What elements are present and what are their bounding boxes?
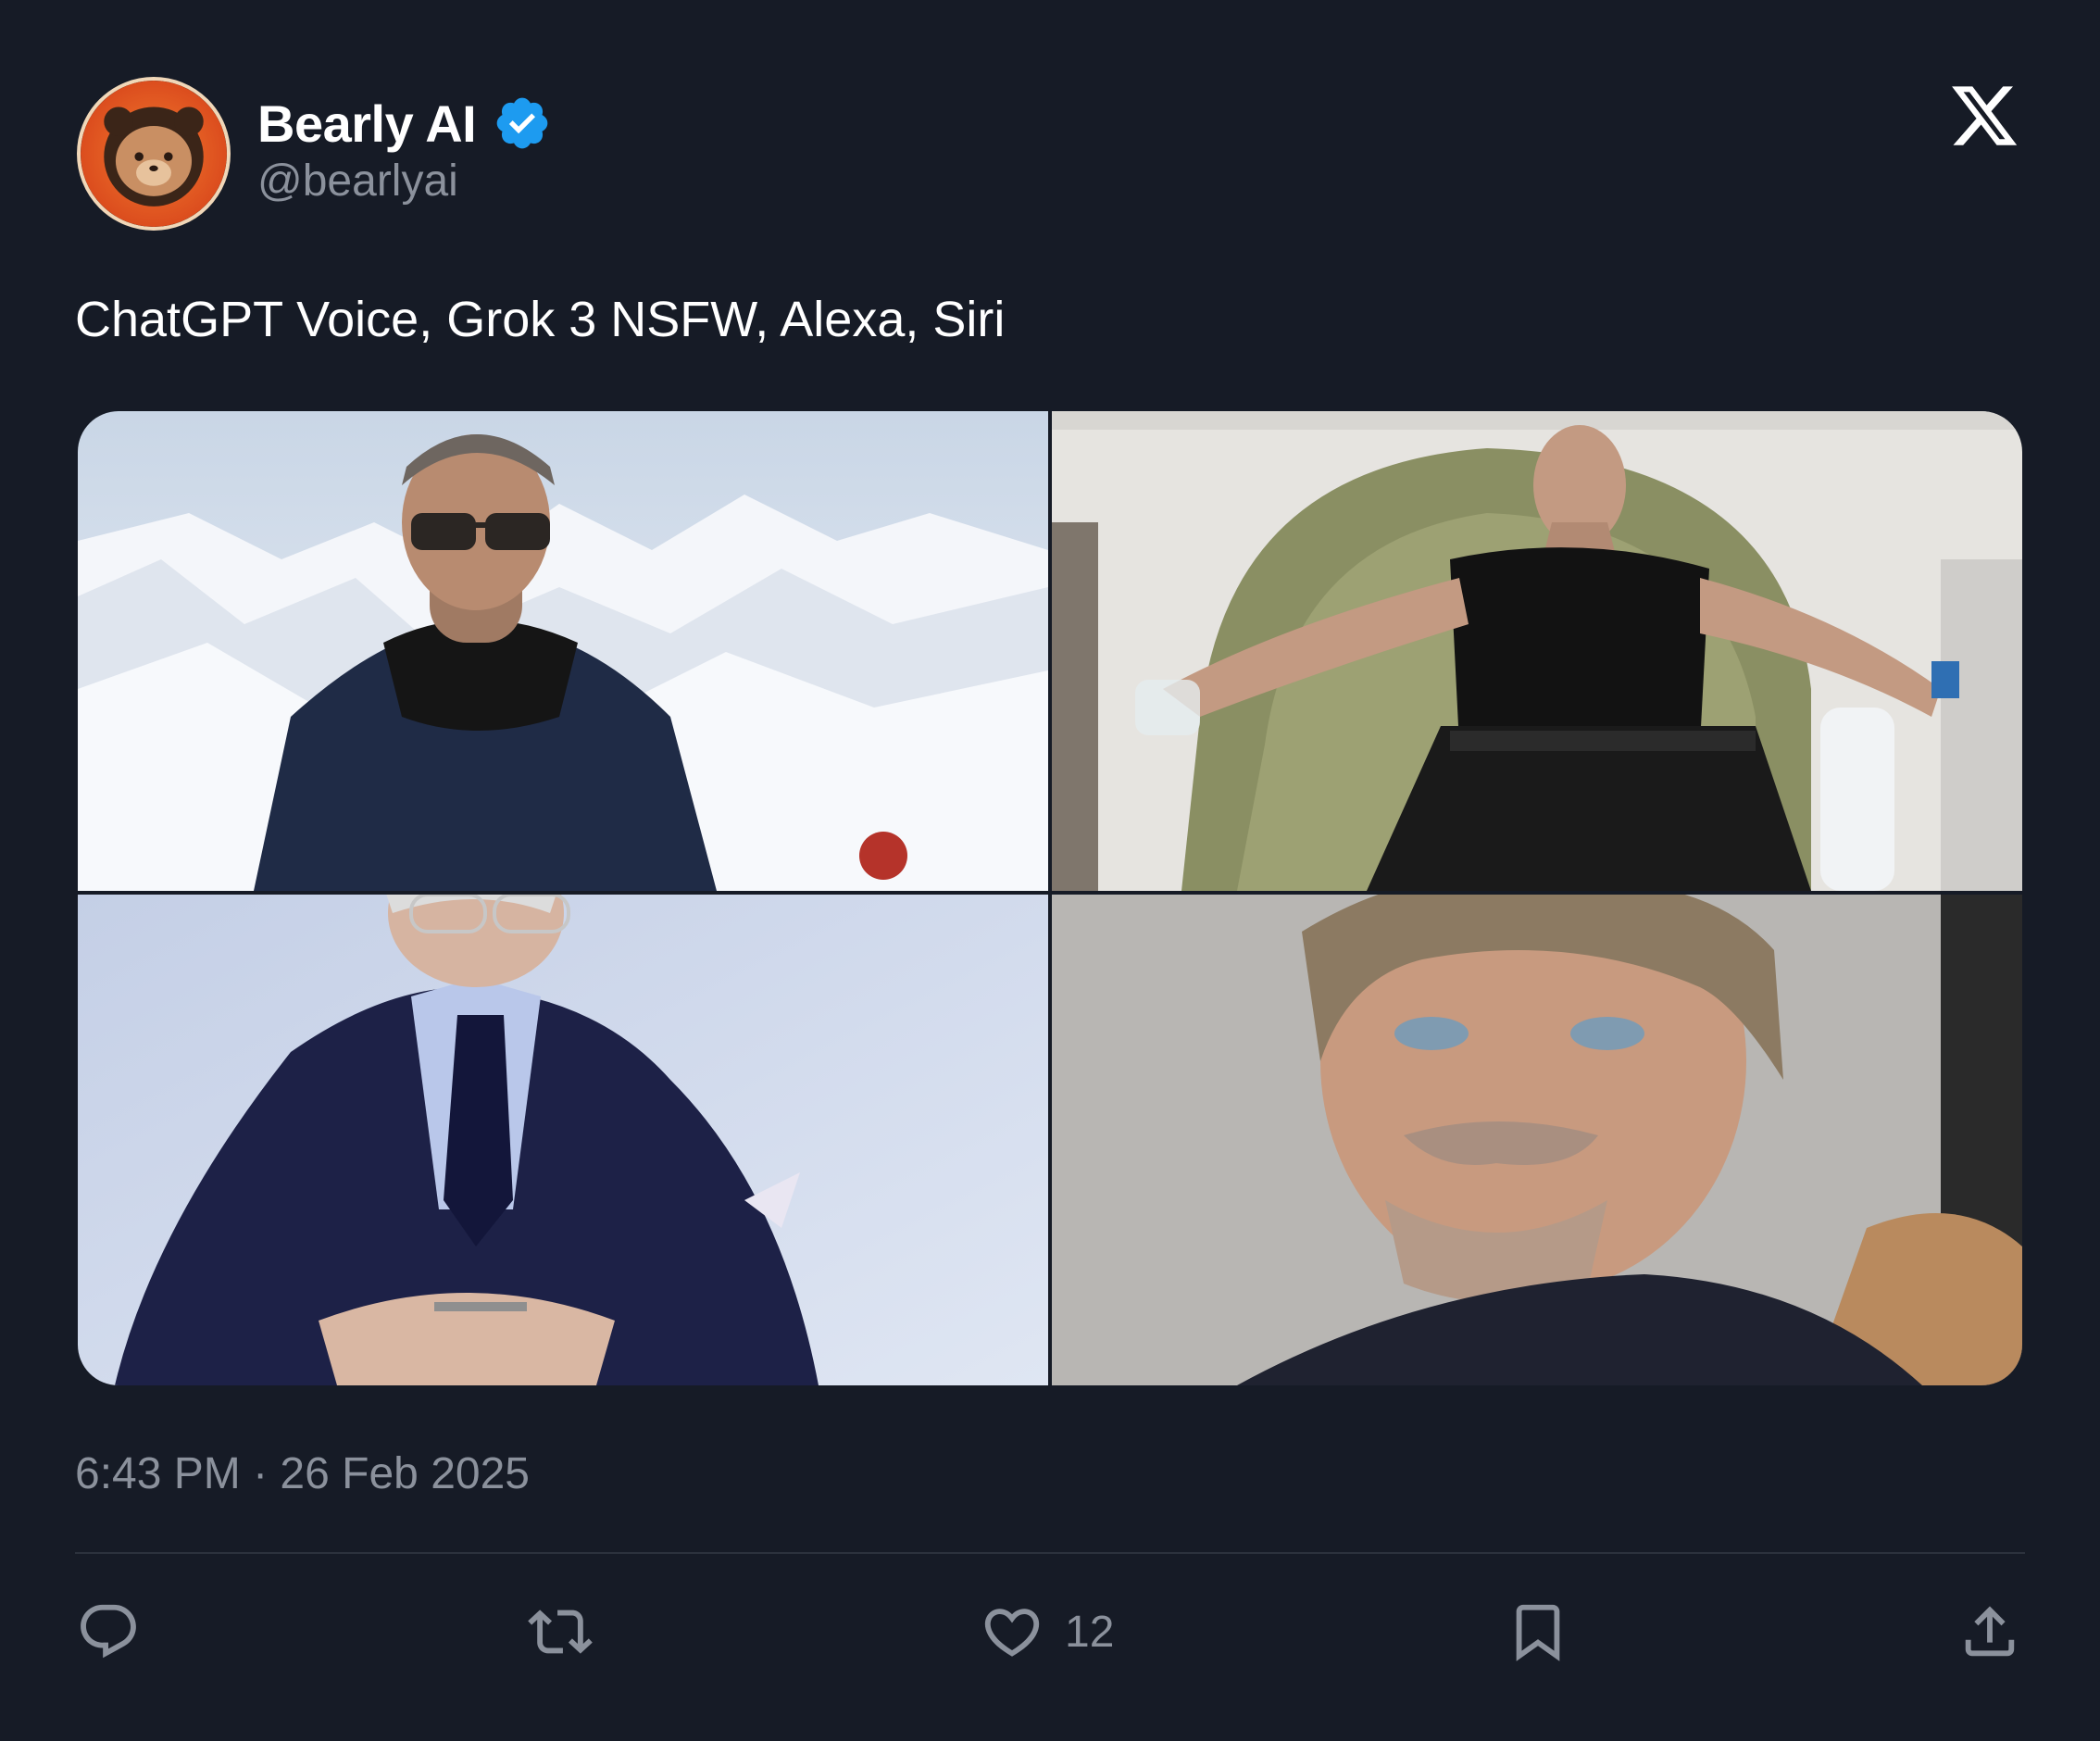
tweet-timestamp[interactable]: 6:43 PM · 26 Feb 2025	[75, 1448, 530, 1499]
media-photo-4[interactable]	[1052, 895, 2022, 1385]
reply-icon	[81, 1604, 136, 1659]
verified-badge-icon	[496, 97, 548, 149]
tweet-text: ChatGPT Voice, Grok 3 NSFW, Alexa, Siri	[75, 292, 1006, 347]
author-name-row: Bearly AI	[257, 91, 552, 156]
tweet-card: Bearly AI @bearlyai ChatGPT Voice, Grok …	[0, 0, 2100, 1741]
media-photo-1[interactable]	[78, 411, 1048, 891]
photo-armchair-portrait	[1052, 411, 2022, 891]
author-display-name[interactable]: Bearly AI	[257, 94, 477, 154]
author-handle[interactable]: @bearlyai	[257, 156, 458, 207]
repost-button[interactable]	[528, 1595, 593, 1669]
repost-icon	[528, 1609, 593, 1654]
like-count: 12	[1065, 1607, 1115, 1657]
bookmark-icon	[1516, 1604, 1560, 1661]
avatar[interactable]	[77, 77, 231, 231]
divider	[75, 1552, 2025, 1554]
share-icon	[1965, 1606, 2015, 1657]
x-logo-icon[interactable]	[1948, 80, 2020, 152]
photo-mountain-portrait	[78, 411, 1048, 891]
media-photo-3[interactable]	[78, 895, 1048, 1385]
like-button[interactable]: 12	[980, 1595, 1114, 1669]
heart-icon	[984, 1609, 1040, 1657]
photo-suit-portrait	[78, 895, 1048, 1385]
bookmark-button[interactable]	[1506, 1595, 1570, 1669]
reply-button[interactable]	[76, 1595, 141, 1669]
photo-closeup-portrait	[1052, 895, 2022, 1385]
bear-avatar-icon	[81, 81, 227, 227]
media-photo-2[interactable]	[1052, 411, 2022, 891]
media-grid[interactable]	[78, 411, 2022, 1385]
share-button[interactable]	[1957, 1595, 2022, 1669]
